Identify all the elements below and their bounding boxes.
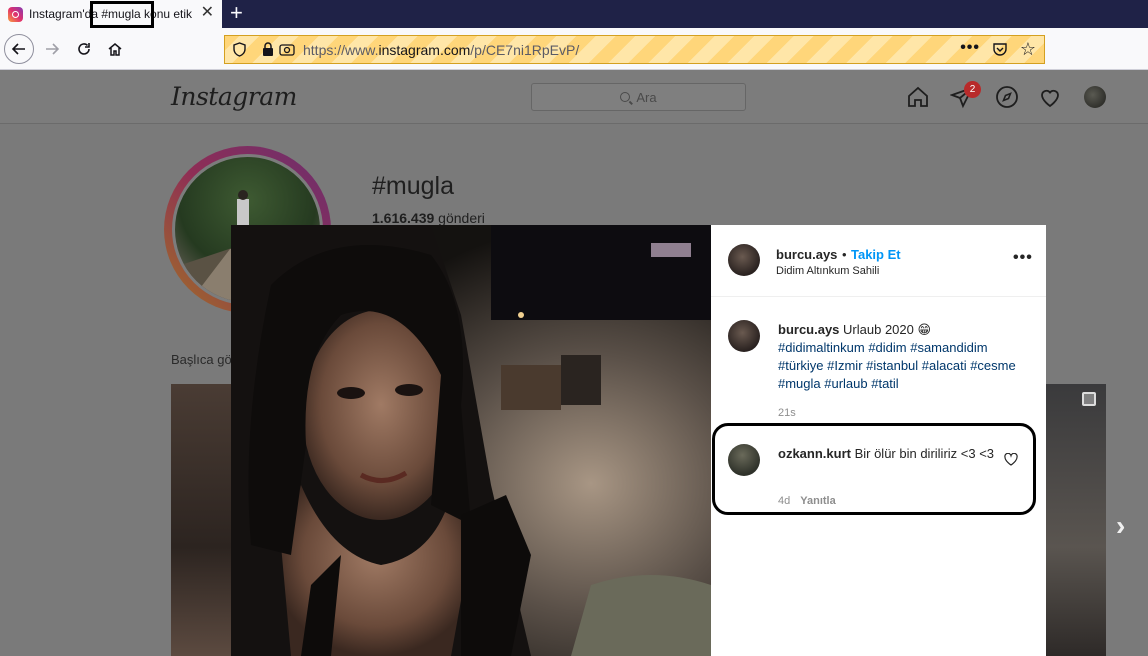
home-icon xyxy=(108,43,122,56)
post-header: burcu.ays • Takip Et Didim Altınkum Sahi… xyxy=(711,225,1046,297)
post-photo[interactable] xyxy=(231,225,711,656)
caption-hashtags[interactable]: #didimaltinkum #didim #samandidim #türki… xyxy=(778,340,1016,391)
activity-heart-icon[interactable] xyxy=(1038,85,1062,109)
more-options-icon[interactable]: ••• xyxy=(1013,249,1033,267)
reload-icon xyxy=(78,43,90,55)
caption-text: Urlaub 2020 😁 xyxy=(839,322,932,337)
post-caption: burcu.ays Urlaub 2020 😁 #didimaltinkum #… xyxy=(778,321,1018,393)
grid-post-thumbnail[interactable] xyxy=(171,384,233,656)
post-location[interactable]: Didim Altınkum Sahili xyxy=(776,265,879,277)
search-placeholder: Ara xyxy=(636,89,657,105)
forward-button[interactable] xyxy=(38,35,66,63)
back-button[interactable] xyxy=(4,34,34,64)
post-image xyxy=(231,225,711,656)
annotation-box-comment xyxy=(712,423,1036,515)
post-count-label: gönderi xyxy=(434,210,485,226)
hashtag-title: #mugla xyxy=(372,172,454,200)
instagram-logo[interactable]: Instagram xyxy=(171,82,297,111)
home-nav-icon[interactable] xyxy=(906,85,930,109)
top-posts-label: Başlıca gö xyxy=(171,352,232,367)
arrow-left-icon xyxy=(11,43,25,55)
new-tab-icon[interactable]: + xyxy=(230,1,243,25)
carousel-indicator-icon xyxy=(1082,392,1096,406)
home-button[interactable] xyxy=(101,35,129,63)
pocket-icon[interactable] xyxy=(992,42,1008,57)
url-path: /p/CE7ni1RpEvP/ xyxy=(470,42,580,58)
caption-timestamp[interactable]: 21s xyxy=(778,407,796,419)
header-separator: • xyxy=(842,247,847,262)
page-actions-more-icon[interactable]: ••• xyxy=(960,39,980,57)
reload-button[interactable] xyxy=(70,35,98,63)
instagram-favicon-icon xyxy=(8,6,23,22)
explore-compass-icon[interactable] xyxy=(995,85,1019,109)
post-count-value: 1.616.439 xyxy=(372,210,435,226)
grid-post-thumbnail[interactable] xyxy=(1046,384,1106,656)
direct-badge: 2 xyxy=(964,81,981,98)
url-domain: instagram.com xyxy=(378,42,471,58)
url-text[interactable]: https://www.instagram.com/p/CE7ni1RpEvP/ xyxy=(303,42,579,58)
arrow-right-icon xyxy=(46,43,60,55)
url-prefix: https://www. xyxy=(303,42,379,58)
close-tab-icon[interactable]: ✕ xyxy=(201,5,214,21)
profile-avatar[interactable] xyxy=(1084,86,1106,108)
next-post-arrow-icon[interactable]: › xyxy=(1116,510,1125,542)
camera-permission-icon[interactable] xyxy=(279,42,295,57)
browser-tab-bar: Instagram'da #mugla konu etik ✕ + xyxy=(0,0,1148,28)
hashtag-post-count: 1.616.439 gönderi xyxy=(372,210,485,226)
search-icon xyxy=(620,92,631,102)
search-input[interactable]: Ara xyxy=(531,83,746,111)
bookmark-star-icon[interactable]: ☆ xyxy=(1020,40,1036,58)
caption-author-avatar[interactable] xyxy=(728,320,760,352)
lock-icon[interactable] xyxy=(261,42,275,57)
author-username[interactable]: burcu.ays xyxy=(776,247,837,262)
annotation-box-tab xyxy=(90,1,154,28)
author-avatar[interactable] xyxy=(728,244,760,276)
browser-toolbar: https://www.instagram.com/p/CE7ni1RpEvP/… xyxy=(0,28,1148,74)
shield-icon[interactable] xyxy=(233,42,246,57)
instagram-header: Instagram Ara 2 xyxy=(0,70,1148,124)
follow-button[interactable]: Takip Et xyxy=(851,247,901,262)
url-bar[interactable]: https://www.instagram.com/p/CE7ni1RpEvP/… xyxy=(224,35,1045,64)
caption-username[interactable]: burcu.ays xyxy=(778,322,839,337)
